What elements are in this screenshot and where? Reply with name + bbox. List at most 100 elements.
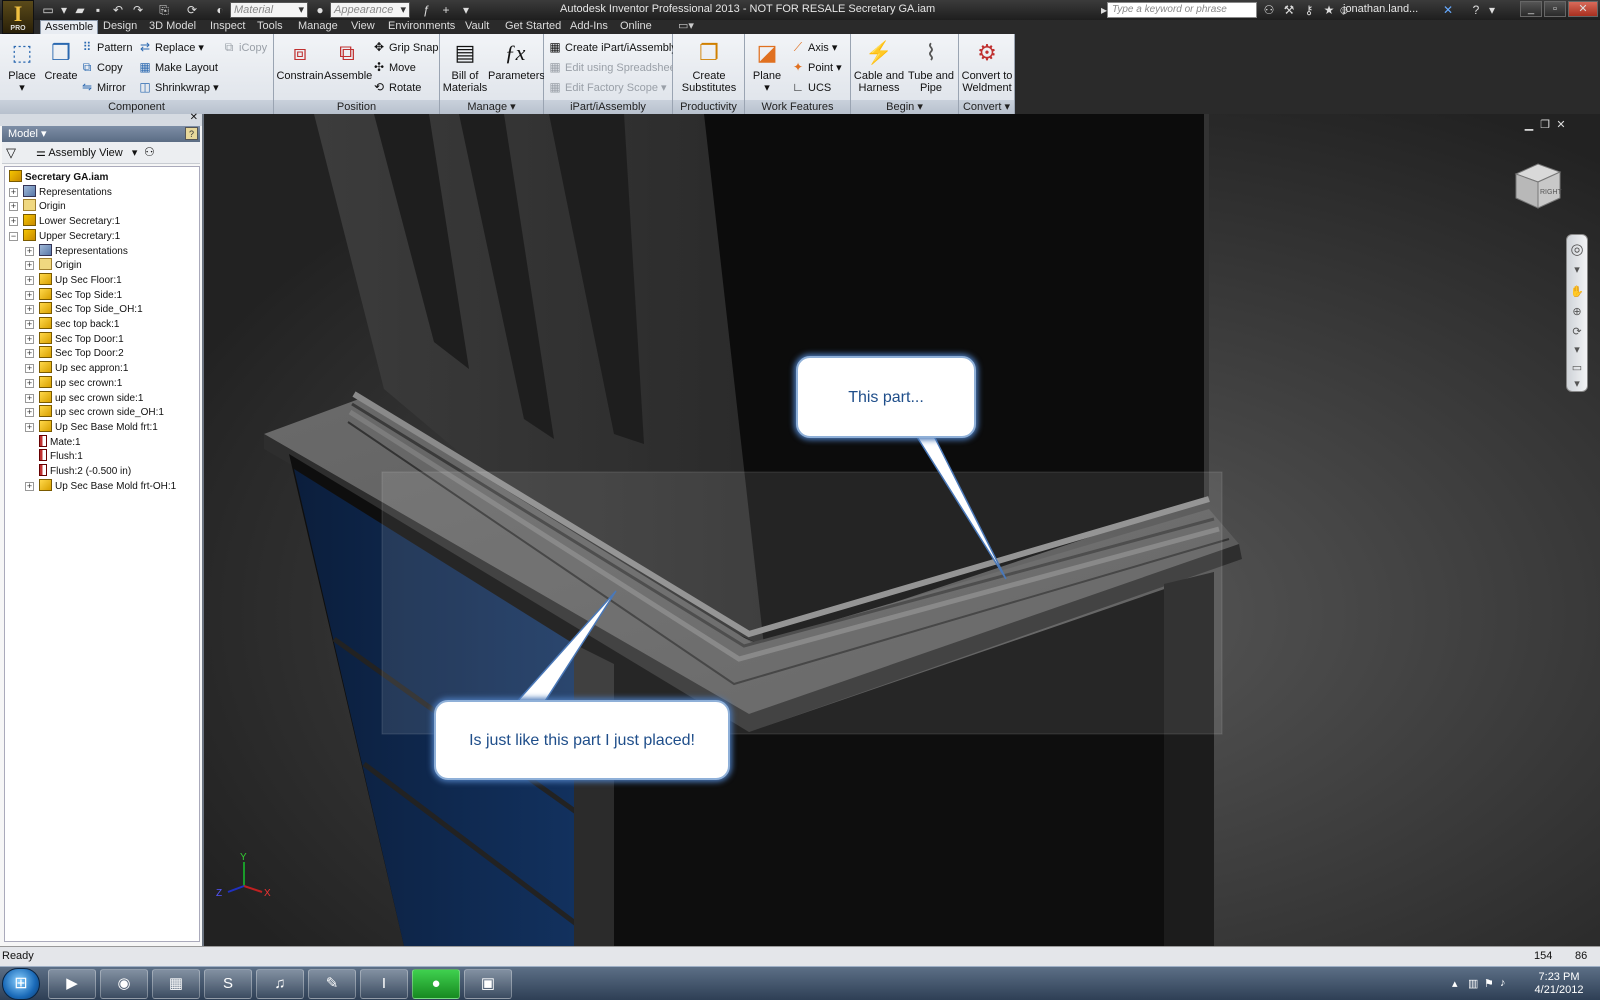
tree-expand-toggle[interactable]: −: [9, 231, 18, 241]
tree-expand-toggle[interactable]: +: [25, 275, 34, 285]
material-select[interactable]: Material: [230, 2, 308, 18]
browser-close-icon[interactable]: ✕: [190, 112, 198, 123]
tab-online[interactable]: Online: [616, 20, 656, 34]
grip-snap-button[interactable]: ✥ Grip Snap: [372, 38, 439, 56]
browser-header[interactable]: Model ▾ ?: [2, 126, 200, 142]
shrinkwrap-button[interactable]: ◫ Shrinkwrap ▾: [138, 78, 218, 96]
tab-environments[interactable]: Environments: [384, 20, 459, 34]
edit-factory-scope-button[interactable]: ▦ Edit Factory Scope ▾: [548, 78, 666, 96]
tree-node[interactable]: + Representations: [9, 184, 112, 200]
tree-node[interactable]: + Up Sec Base Mold frt-OH:1: [25, 478, 176, 494]
panel-convert-label[interactable]: Convert ▾: [959, 100, 1014, 114]
help-dropdown-icon[interactable]: ▾: [1484, 2, 1500, 18]
orbit-icon[interactable]: ⟳: [1570, 325, 1584, 339]
taskbar-audio-icon[interactable]: ♫: [256, 969, 304, 999]
tree-expand-toggle[interactable]: +: [25, 261, 34, 271]
point-button[interactable]: ✦ Point ▾: [791, 58, 842, 76]
tree-expand-toggle[interactable]: +: [25, 334, 34, 344]
color-override-icon[interactable]: ◐: [212, 2, 228, 18]
close-button[interactable]: ✕: [1568, 1, 1598, 17]
panel-begin-label[interactable]: Begin ▾: [851, 100, 958, 114]
update-icon[interactable]: ⟳: [184, 2, 200, 18]
save-icon[interactable]: ▪: [90, 2, 106, 18]
tree-expand-toggle[interactable]: +: [25, 320, 34, 329]
undo-icon[interactable]: ↶: [110, 2, 126, 18]
place-button[interactable]: ⬚ Place ▾: [4, 38, 40, 94]
tree-node[interactable]: + up sec crown side:1: [25, 390, 143, 406]
tab-tools[interactable]: Tools: [253, 20, 287, 34]
plus-icon[interactable]: +: [438, 2, 454, 18]
key-icon[interactable]: ⚷: [1301, 2, 1317, 18]
viewcube[interactable]: RIGHT: [1510, 158, 1566, 214]
tree-node[interactable]: + Sec Top Door:1: [25, 331, 124, 347]
tree-node[interactable]: + Sec Top Side_OH:1: [25, 302, 143, 317]
taskbar-camtasia-icon[interactable]: ●: [412, 969, 460, 999]
redo-icon[interactable]: ↷: [130, 2, 146, 18]
tree-node[interactable]: + Lower Secretary:1: [9, 214, 120, 229]
tree-expand-toggle[interactable]: +: [25, 290, 34, 300]
taskbar-calculator-icon[interactable]: ▦: [152, 969, 200, 999]
new-file-icon[interactable]: ▭: [40, 2, 56, 18]
tree-node[interactable]: + Up Sec Base Mold frt:1: [25, 419, 158, 435]
tree-node[interactable]: + Representations: [25, 243, 128, 259]
rotate-button[interactable]: ⟲ Rotate: [372, 78, 421, 96]
tab-inspect[interactable]: Inspect: [206, 20, 249, 34]
fx-icon[interactable]: ƒ: [418, 2, 434, 18]
taskbar-clock[interactable]: 7:23 PM 4/21/2012: [1524, 971, 1594, 997]
filter-icon[interactable]: ▽: [6, 145, 16, 161]
tab-add-ins[interactable]: Add-Ins: [566, 20, 612, 34]
tray-flag-icon[interactable]: ⚑: [1484, 977, 1494, 990]
mirror-button[interactable]: ⇋ Mirror: [80, 78, 126, 96]
tab-design[interactable]: Design: [99, 20, 141, 34]
create-substitutes-button[interactable]: ❐ Create Substitutes: [675, 38, 743, 94]
inventor-app-button[interactable]: I PRO: [2, 0, 34, 34]
bill-of-materials-button[interactable]: ▤ Bill of Materials: [442, 38, 488, 94]
steering-wheel-icon[interactable]: ◎: [1570, 242, 1584, 257]
viewport-close-icon[interactable]: ✕: [1554, 118, 1568, 131]
tray-show-hidden-icon[interactable]: ▴: [1452, 977, 1458, 990]
orbit-dropdown-icon[interactable]: ▾: [1570, 343, 1584, 357]
exchange-x-icon[interactable]: ✕: [1440, 2, 1456, 18]
customize-arrow-icon[interactable]: ▾: [458, 2, 474, 18]
constrain-button[interactable]: ⧈ Constrain: [276, 38, 324, 82]
zoom-icon[interactable]: ⊕: [1570, 305, 1584, 319]
copy-button[interactable]: ⧉ Copy: [80, 58, 123, 76]
taskbar-notes-icon[interactable]: ✎: [308, 969, 356, 999]
tree-expand-toggle[interactable]: +: [25, 246, 34, 256]
taskbar-skype-icon[interactable]: S: [204, 969, 252, 999]
binoculars-icon[interactable]: ⚇: [1261, 2, 1277, 18]
tree-expand-toggle[interactable]: +: [25, 349, 34, 359]
graphics-window[interactable]: Y X Z This part... Is just like this par…: [204, 114, 1600, 946]
tree-node[interactable]: + Origin: [9, 199, 66, 214]
taskbar-app-icon[interactable]: ▣: [464, 969, 512, 999]
tray-volume-icon[interactable]: ♪: [1500, 977, 1506, 989]
tree-node[interactable]: Mate:1: [39, 434, 81, 450]
axis-button[interactable]: ⟋ Axis ▾: [791, 38, 838, 56]
create-component-button[interactable]: ❒ Create: [42, 38, 80, 82]
tree-expand-toggle[interactable]: +: [25, 305, 34, 315]
tube-pipe-button[interactable]: ⌇ Tube and Pipe: [907, 38, 955, 94]
look-at-icon[interactable]: ▭: [1570, 361, 1584, 375]
tree-expand-toggle[interactable]: +: [9, 202, 18, 212]
move-button[interactable]: ✣ Move: [372, 58, 416, 76]
tab-assemble[interactable]: Assemble: [40, 20, 99, 34]
tab-view[interactable]: View: [347, 20, 379, 34]
tree-expand-toggle[interactable]: +: [25, 481, 34, 491]
help-search-input[interactable]: Type a keyword or phrase: [1107, 2, 1257, 18]
pan-hand-icon[interactable]: ✋: [1570, 285, 1584, 299]
tree-node[interactable]: + Up sec appron:1: [25, 361, 128, 376]
ucs-button[interactable]: ∟ UCS: [791, 78, 831, 96]
tree-expand-toggle[interactable]: +: [25, 364, 34, 374]
tree-expand-toggle[interactable]: +: [25, 422, 34, 432]
tree-node[interactable]: − Upper Secretary:1: [9, 228, 120, 244]
viewport-minimize-icon[interactable]: ▁: [1522, 118, 1536, 131]
tree-expand-toggle[interactable]: +: [25, 378, 34, 388]
tree-expand-toggle[interactable]: +: [9, 217, 18, 227]
tree-node[interactable]: + Origin: [25, 258, 82, 273]
tree-node[interactable]: + Sec Top Side:1: [25, 287, 122, 303]
maximize-button[interactable]: ▫: [1544, 1, 1566, 17]
model-scene[interactable]: Y X Z: [204, 114, 1600, 946]
appearance-select[interactable]: Appearance: [330, 2, 410, 18]
panel-manage-label[interactable]: Manage ▾: [440, 100, 543, 114]
tray-network-icon[interactable]: ▥: [1468, 977, 1478, 990]
